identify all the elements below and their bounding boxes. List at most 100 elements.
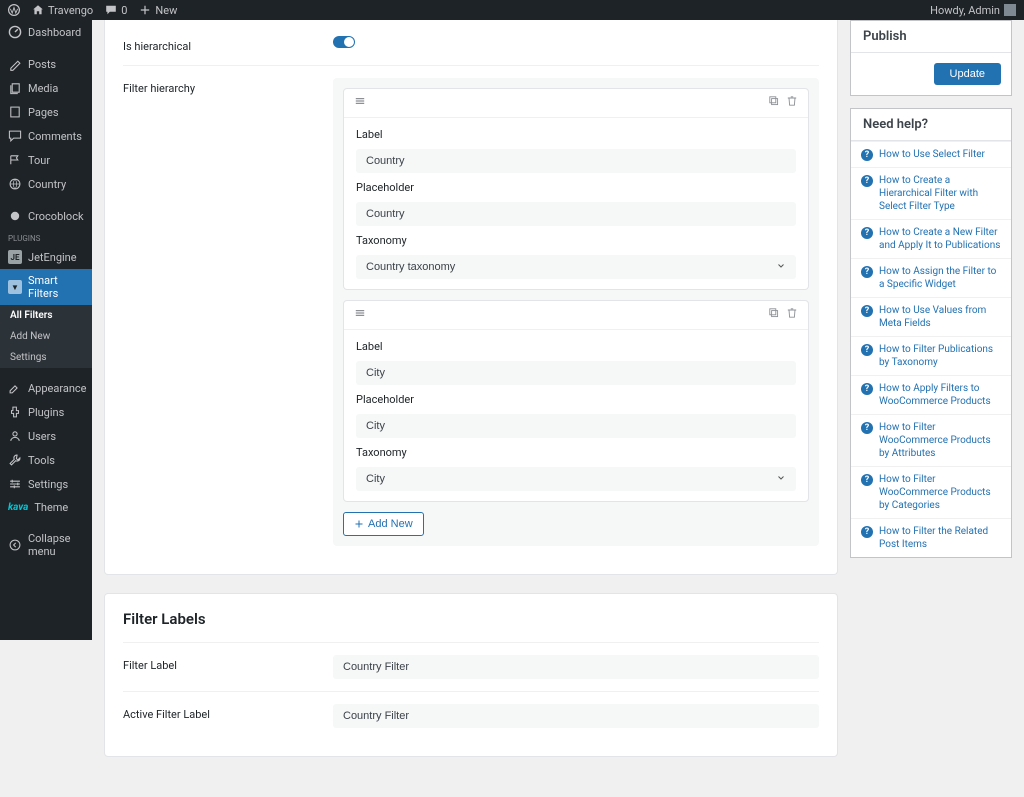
- help-link[interactable]: How to Create a New Filter and Apply It …: [879, 226, 1001, 252]
- comments-count: 0: [121, 4, 127, 17]
- sidebar-item-plugins[interactable]: Plugins: [0, 400, 92, 424]
- help-icon: ?: [861, 344, 873, 356]
- sidebar-item-jetengine[interactable]: JE JetEngine: [0, 245, 92, 269]
- sidebar-item-label: Media: [28, 82, 58, 95]
- help-link[interactable]: How to Apply Filters to WooCommerce Prod…: [879, 382, 1001, 408]
- help-link[interactable]: How to Filter Publications by Taxonomy: [879, 343, 1001, 369]
- help-link[interactable]: How to Filter WooCommerce Products by Ca…: [879, 473, 1001, 512]
- new-link[interactable]: New: [139, 4, 177, 17]
- sidebar-item-media[interactable]: Media: [0, 76, 92, 100]
- wp-logo[interactable]: [8, 4, 20, 16]
- filter-label-input[interactable]: [333, 655, 819, 679]
- duplicate-icon[interactable]: [768, 95, 780, 111]
- field-label: Placeholder: [356, 181, 796, 194]
- publish-title: Publish: [851, 21, 1011, 53]
- sidebar-item-tour[interactable]: Tour: [0, 148, 92, 172]
- help-icon: ?: [861, 422, 873, 434]
- filter-hierarchy-label: Filter hierarchy: [123, 78, 333, 95]
- help-icon: ?: [861, 383, 873, 395]
- sidebar-item-tools[interactable]: Tools: [0, 448, 92, 472]
- greeting-text: Howdy, Admin: [930, 4, 1000, 17]
- drag-handle-icon[interactable]: [354, 95, 366, 111]
- sidebar-group-label: Plugins: [0, 228, 92, 245]
- jetengine-icon: JE: [8, 250, 22, 264]
- sidebar-item-appearance[interactable]: Appearance: [0, 376, 92, 400]
- field-label: Taxonomy: [356, 234, 796, 247]
- trash-icon[interactable]: [786, 307, 798, 323]
- sidebar-item-label: Dashboard: [28, 26, 81, 39]
- admin-bar: Travengo 0 New Howdy, Admin: [0, 0, 1024, 20]
- duplicate-icon[interactable]: [768, 307, 780, 323]
- help-link[interactable]: How to Assign the Filter to a Specific W…: [879, 265, 1001, 291]
- hierarchy-item: Label Placeholder Taxonomy: [343, 300, 809, 502]
- sidebar-item-label: Theme: [34, 501, 68, 514]
- account-link[interactable]: Howdy, Admin: [930, 4, 1016, 17]
- sidebar-item-dashboard[interactable]: Dashboard: [0, 20, 92, 44]
- sidebar-item-label: Tools: [28, 454, 55, 467]
- sidebar-submenu: All Filters Add New Settings: [0, 305, 92, 368]
- label-input[interactable]: [356, 149, 796, 173]
- field-label: Taxonomy: [356, 446, 796, 459]
- sidebar-item-label: Collapse menu: [28, 532, 84, 558]
- sidebar-item-comments[interactable]: Comments: [0, 124, 92, 148]
- filter-labels-card: Filter Labels Filter Label Active Filter…: [104, 593, 838, 757]
- hierarchy-repeater: Label Placeholder Taxonomy: [333, 78, 819, 546]
- sidebar-sub-add-new[interactable]: Add New: [0, 326, 92, 347]
- hierarchy-item: Label Placeholder Taxonomy: [343, 88, 809, 290]
- help-link[interactable]: How to Use Select Filter: [879, 148, 985, 161]
- sidebar-sub-all-filters[interactable]: All Filters: [0, 305, 92, 326]
- kava-icon: kava: [8, 502, 28, 513]
- active-filter-input[interactable]: [333, 704, 819, 728]
- add-hierarchy-button[interactable]: Add New: [343, 512, 424, 536]
- label-input[interactable]: [356, 361, 796, 385]
- comments-link[interactable]: 0: [105, 4, 127, 17]
- drag-handle-icon[interactable]: [354, 307, 366, 323]
- sidebar-item-label: Users: [28, 430, 56, 443]
- sidebar-item-label: Comments: [28, 130, 82, 143]
- taxonomy-select[interactable]: [356, 255, 796, 279]
- placeholder-input[interactable]: [356, 202, 796, 226]
- help-icon: ?: [861, 149, 873, 161]
- admin-sidebar: Dashboard Posts Media Pages Comments Tou…: [0, 20, 92, 640]
- sidebar-item-posts[interactable]: Posts: [0, 52, 92, 76]
- field-label: Placeholder: [356, 393, 796, 406]
- new-label: New: [155, 4, 177, 17]
- trash-icon[interactable]: [786, 95, 798, 111]
- sidebar-item-theme[interactable]: kava Theme: [0, 496, 92, 519]
- sidebar-item-label: Posts: [28, 58, 56, 71]
- sidebar-item-users[interactable]: Users: [0, 424, 92, 448]
- sidebar-sub-settings[interactable]: Settings: [0, 347, 92, 368]
- sidebar-item-country[interactable]: Country: [0, 172, 92, 196]
- field-label: Label: [356, 128, 796, 141]
- sidebar-item-label: JetEngine: [28, 251, 77, 264]
- sidebar-item-pages[interactable]: Pages: [0, 100, 92, 124]
- sidebar-item-label: Tour: [28, 154, 50, 167]
- taxonomy-select[interactable]: [356, 467, 796, 491]
- sidebar-item-crocoblock[interactable]: Crocoblock: [0, 204, 92, 228]
- sidebar-item-settings[interactable]: Settings: [0, 472, 92, 496]
- site-name: Travengo: [48, 4, 93, 17]
- help-icon: ?: [861, 227, 873, 239]
- update-button[interactable]: Update: [934, 63, 1001, 85]
- sidebar-item-label: Settings: [28, 478, 68, 491]
- help-link[interactable]: How to Filter the Related Post Items: [879, 525, 1001, 551]
- help-icon: ?: [861, 175, 873, 187]
- sidebar-item-collapse[interactable]: Collapse menu: [0, 527, 92, 563]
- sidebar-item-smart-filters[interactable]: ▼Smart Filters: [0, 269, 92, 305]
- help-link[interactable]: How to Use Values from Meta Fields: [879, 304, 1001, 330]
- publish-box: Publish Update: [850, 20, 1012, 96]
- sidebar-item-label: Country: [28, 178, 66, 191]
- help-link[interactable]: How to Create a Hierarchical Filter with…: [879, 174, 1001, 213]
- add-new-label: Add New: [368, 518, 413, 530]
- sidebar-item-label: Pages: [28, 106, 59, 119]
- sidebar-item-label: All Filters: [10, 310, 53, 321]
- placeholder-input[interactable]: [356, 414, 796, 438]
- sidebar-item-label: Plugins: [28, 406, 64, 419]
- sidebar-item-label: Add New: [10, 331, 50, 342]
- site-link[interactable]: Travengo: [32, 4, 93, 17]
- is-hierarchical-toggle[interactable]: [333, 36, 355, 48]
- avatar: [1004, 4, 1016, 16]
- help-icon: ?: [861, 474, 873, 486]
- help-link[interactable]: How to Filter WooCommerce Products by At…: [879, 421, 1001, 460]
- smart-filters-icon: ▼: [8, 280, 22, 294]
